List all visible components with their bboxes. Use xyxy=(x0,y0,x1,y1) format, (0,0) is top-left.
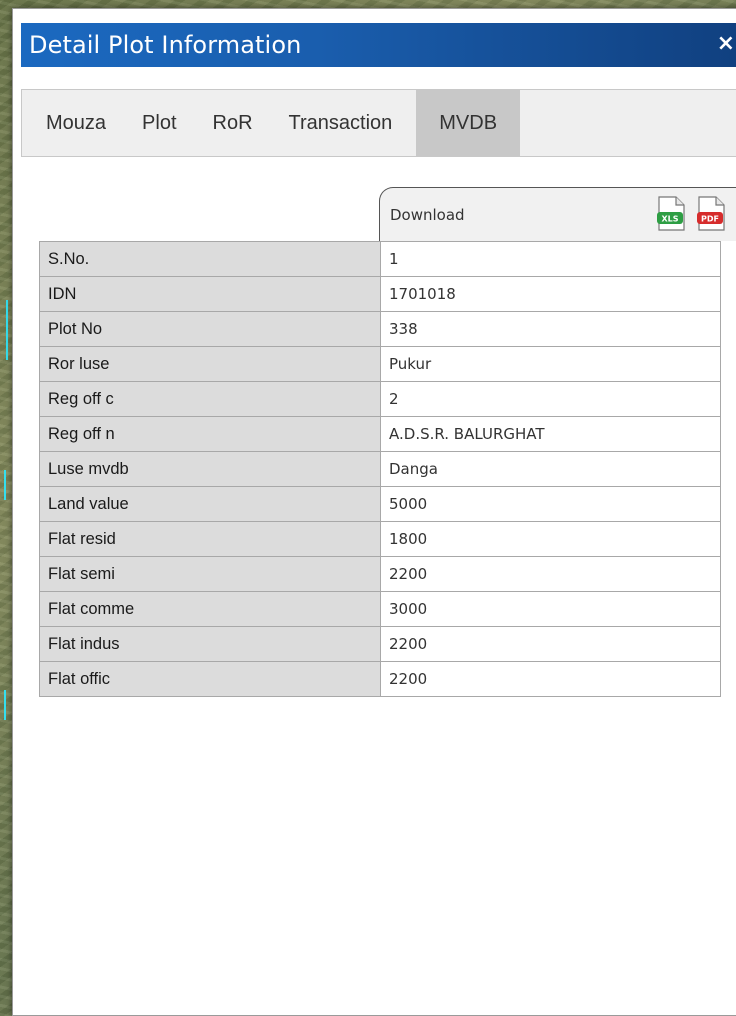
row-label: Ror luse xyxy=(39,346,381,382)
table-row: Flat indus 2200 xyxy=(39,626,721,662)
tab-transaction[interactable]: Transaction xyxy=(271,90,411,156)
table-row: Luse mvdb Danga xyxy=(39,451,721,487)
row-value: Danga xyxy=(380,451,721,487)
xls-file-icon[interactable]: XLS xyxy=(656,196,686,232)
dialog-title: Detail Plot Information xyxy=(29,31,302,59)
row-value: 2200 xyxy=(380,556,721,592)
tab-plot[interactable]: Plot xyxy=(124,90,194,156)
map-boundary-line xyxy=(6,300,8,360)
row-value: 1 xyxy=(380,241,721,277)
row-label: Flat indus xyxy=(39,626,381,662)
row-value: 5000 xyxy=(380,486,721,522)
row-value: A.D.S.R. BALURGHAT xyxy=(380,416,721,452)
row-value: 2200 xyxy=(380,661,721,697)
row-label: Luse mvdb xyxy=(39,451,381,487)
table-row: Land value 5000 xyxy=(39,486,721,522)
row-label: Reg off n xyxy=(39,416,381,452)
table-row: Flat resid 1800 xyxy=(39,521,721,557)
table-row: Reg off c 2 xyxy=(39,381,721,417)
row-label: Land value xyxy=(39,486,381,522)
row-label: Reg off c xyxy=(39,381,381,417)
pdf-file-icon[interactable]: PDF xyxy=(696,196,726,232)
row-value: 3000 xyxy=(380,591,721,627)
row-value: 2200 xyxy=(380,626,721,662)
table-row: IDN 1701018 xyxy=(39,276,721,312)
row-label: Plot No xyxy=(39,311,381,347)
tab-ror[interactable]: RoR xyxy=(195,90,271,156)
row-label: IDN xyxy=(39,276,381,312)
table-row: Ror luse Pukur xyxy=(39,346,721,382)
row-value: 2 xyxy=(380,381,721,417)
map-boundary-line xyxy=(4,470,6,500)
row-value: 1800 xyxy=(380,521,721,557)
row-label: Flat offic xyxy=(39,661,381,697)
download-label: Download xyxy=(390,206,465,224)
row-label: Flat comme xyxy=(39,591,381,627)
download-panel: Download XLS PDF xyxy=(379,187,736,241)
dialog-titlebar[interactable]: Detail Plot Information × xyxy=(21,23,736,67)
row-value: Pukur xyxy=(380,346,721,382)
table-row: Flat semi 2200 xyxy=(39,556,721,592)
table-row: Plot No 338 xyxy=(39,311,721,347)
svg-text:PDF: PDF xyxy=(701,215,719,224)
row-label: Flat resid xyxy=(39,521,381,557)
row-label: Flat semi xyxy=(39,556,381,592)
tab-bar: Mouza Plot RoR Transaction MVDB xyxy=(21,89,736,157)
tab-mvdb[interactable]: MVDB xyxy=(416,90,521,156)
map-boundary-line xyxy=(4,690,6,720)
svg-text:XLS: XLS xyxy=(661,215,678,224)
table-row: S.No. 1 xyxy=(39,241,721,277)
row-label: S.No. xyxy=(39,241,381,277)
mvdb-table: S.No. 1 IDN 1701018 Plot No 338 Ror luse… xyxy=(39,241,721,697)
table-row: Flat offic 2200 xyxy=(39,661,721,697)
row-value: 1701018 xyxy=(380,276,721,312)
table-row: Reg off n A.D.S.R. BALURGHAT xyxy=(39,416,721,452)
close-button[interactable]: × xyxy=(717,31,735,57)
tab-mouza[interactable]: Mouza xyxy=(28,90,124,156)
table-row: Flat comme 3000 xyxy=(39,591,721,627)
detail-plot-dialog: Detail Plot Information × Mouza Plot RoR… xyxy=(12,8,736,1016)
row-value: 338 xyxy=(380,311,721,347)
